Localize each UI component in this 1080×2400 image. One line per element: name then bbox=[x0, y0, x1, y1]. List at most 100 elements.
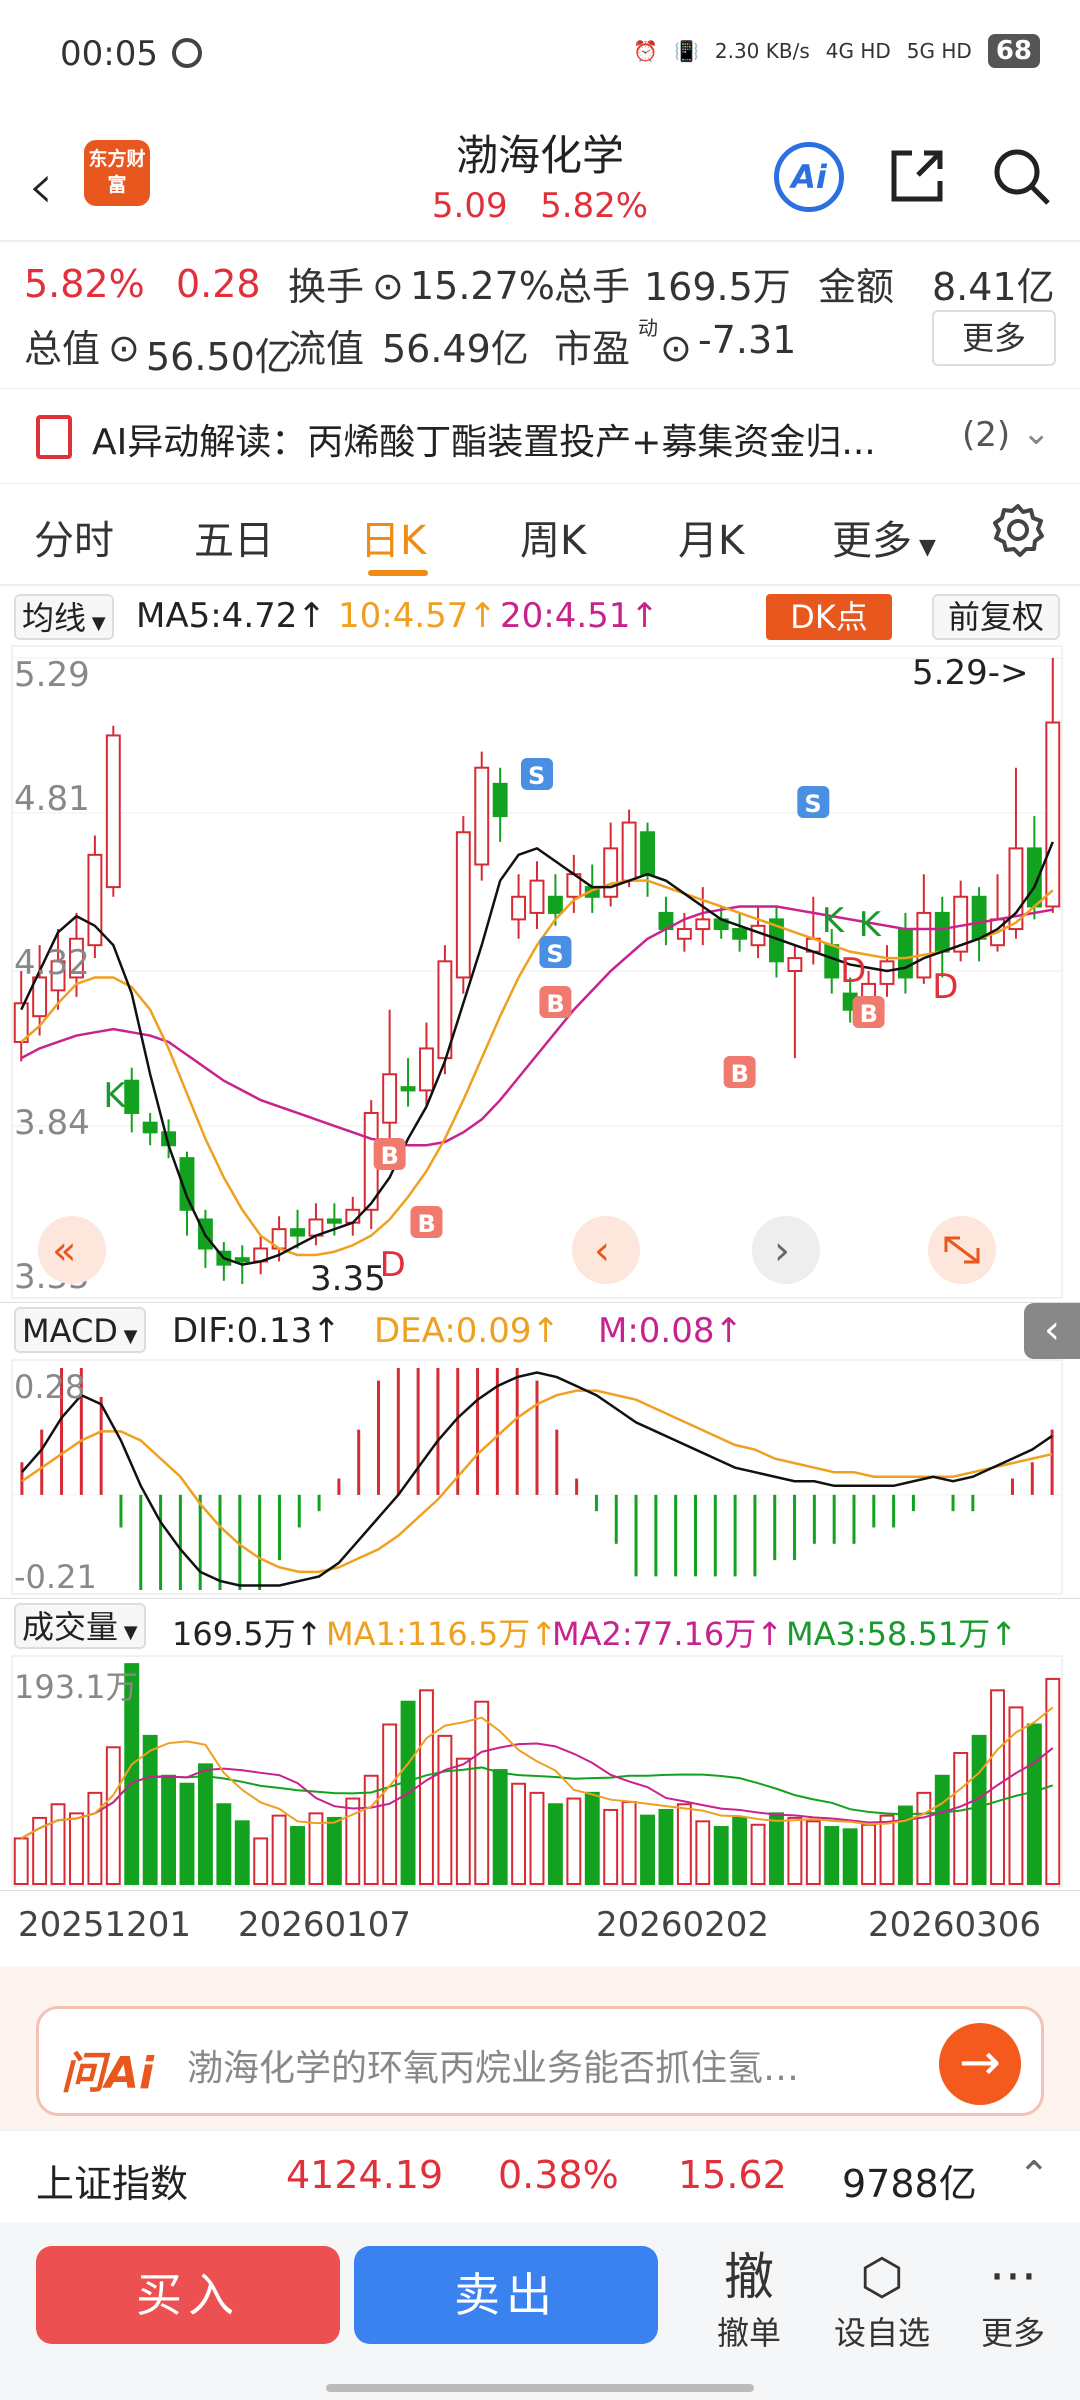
volume-bar-33 bbox=[621, 1800, 637, 1886]
tab-five-day[interactable]: 五日 bbox=[194, 508, 274, 566]
x-date-3: 20260306 bbox=[868, 1905, 1042, 1945]
volume-bar-39 bbox=[732, 1816, 748, 1885]
chevron-up-icon[interactable]: ⌃ bbox=[1018, 2153, 1050, 2197]
vibrate-icon: 📳 bbox=[673, 39, 699, 63]
macd-dif: DIF:0.13↑ bbox=[172, 1311, 341, 1351]
mktcap-info-icon: ⊙ bbox=[108, 326, 140, 370]
tab-daily-k[interactable]: 日K bbox=[360, 508, 426, 566]
signal-letter-9: K bbox=[859, 905, 883, 945]
indicator-selector[interactable]: 均线 ▼ bbox=[14, 594, 114, 640]
add-watchlist-button[interactable]: ⬡ 设自选 bbox=[826, 2246, 938, 2354]
mktcap-label: 总值 bbox=[24, 327, 101, 371]
pe-label: 市盈 bbox=[554, 327, 631, 371]
k-axis-labels: 5.29 4.81 4.32 3.84 3.35 5.29-> 3.35 bbox=[14, 653, 1028, 1299]
volume-bar-41 bbox=[769, 1812, 784, 1885]
period-tabs: 分时 五日 日K 周K 月K 更多 ▼ bbox=[0, 486, 1080, 586]
volume-bar-38 bbox=[713, 1826, 729, 1885]
signal-5g: 5G HD bbox=[906, 39, 972, 63]
volume-bar-46 bbox=[861, 1823, 877, 1886]
candle-body-28 bbox=[529, 879, 545, 914]
macd-bars bbox=[20, 1368, 1054, 1590]
index-ticker-bar[interactable]: 上证指数 4124.19 0.38% 15.62 9788亿 ⌃ bbox=[0, 2130, 1080, 2222]
status-bar: 00:05 ⏰ 📳 2.30 KB/s 4G HD 5G HD 68 bbox=[0, 0, 1080, 115]
macd-selector-label: MACD bbox=[22, 1312, 118, 1350]
adjust-mode-button[interactable]: 前复权 bbox=[932, 594, 1060, 640]
volume-bar-42 bbox=[787, 1816, 803, 1885]
candle-body-48 bbox=[897, 928, 913, 979]
alarm-icon-2: ⏰ bbox=[633, 39, 658, 63]
volume-value: 169.5万 bbox=[644, 265, 791, 309]
gear-icon[interactable] bbox=[990, 502, 1046, 558]
alarm-icon bbox=[172, 38, 202, 68]
quote-pct: 5.82% bbox=[24, 262, 145, 306]
arrow-right-icon[interactable]: → bbox=[939, 2023, 1021, 2105]
x-date-1: 20260107 bbox=[238, 1905, 412, 1945]
volume-bar-36 bbox=[676, 1803, 692, 1886]
ma20-value: 20:4.51↑ bbox=[500, 596, 659, 636]
volume-bar-31 bbox=[584, 1791, 600, 1885]
tab-weekly-k[interactable]: 周K bbox=[520, 508, 586, 566]
candle-body-12 bbox=[234, 1257, 250, 1263]
candle-body-26 bbox=[492, 782, 508, 818]
home-indicator bbox=[326, 2384, 754, 2392]
volume-bar-27 bbox=[511, 1782, 527, 1886]
caret-down-icon: ▼ bbox=[117, 1326, 138, 1347]
volume-bar-37 bbox=[695, 1820, 711, 1885]
signal-4g: 4G HD bbox=[825, 39, 891, 63]
header-change-pct: 5.82% bbox=[540, 186, 649, 226]
document-icon bbox=[36, 415, 72, 459]
tab-monthly-k[interactable]: 月K bbox=[678, 508, 744, 566]
more-actions-button[interactable]: ··· 更多 bbox=[968, 2246, 1058, 2354]
quote-more-button[interactable]: 更多 bbox=[932, 310, 1056, 366]
volume-ma1: MA1:116.5万↑ bbox=[326, 1615, 558, 1653]
buy-button[interactable]: 买入 bbox=[36, 2246, 340, 2344]
battery-icon: 68 bbox=[987, 34, 1040, 68]
candlestick-chart[interactable]: KSSSBBBBBKKDDD 5.29 4.81 4.32 3.84 3.35 … bbox=[0, 644, 1080, 1302]
chevron-right-icon: › bbox=[774, 1228, 790, 1274]
signal-letter-8: B bbox=[731, 1060, 749, 1088]
volume-bar-44 bbox=[824, 1826, 840, 1885]
macd-m: M:0.08↑ bbox=[598, 1311, 743, 1351]
sell-button[interactable]: 卖出 bbox=[354, 2246, 658, 2344]
ai-assistant-button[interactable]: Ai bbox=[774, 142, 844, 212]
cancel-order-button[interactable]: 撤 撤单 bbox=[704, 2246, 794, 2354]
k-signals: KSSSB BBBBKKDD D bbox=[103, 758, 958, 1285]
volume-current: 169.5万↑ bbox=[172, 1615, 323, 1653]
indicator-selector-label: 均线 bbox=[22, 599, 87, 637]
macd-dea: DEA:0.09↑ bbox=[374, 1311, 560, 1351]
ask-ai-bar[interactable]: 问Ai 渤海化学的环氧丙烷业务能否抓住氢… → bbox=[36, 2006, 1044, 2116]
volume-bar-2 bbox=[50, 1803, 66, 1886]
quote-chg: 0.28 bbox=[176, 262, 261, 306]
add-watchlist-label: 设自选 bbox=[833, 2314, 930, 2352]
candle-body-33 bbox=[621, 821, 637, 882]
ai-insight-banner[interactable]: AI异动解读：丙烯酸丁酯装置投产+募集资金归... (2) ⌄ bbox=[0, 388, 1080, 484]
index-value: 4124.19 bbox=[286, 2153, 444, 2197]
candle-body-25 bbox=[474, 766, 490, 866]
volume-selector[interactable]: 成交量 ▼ bbox=[14, 1603, 146, 1649]
macd-selector[interactable]: MACD ▼ bbox=[14, 1307, 146, 1353]
candle-body-39 bbox=[732, 928, 748, 940]
volume-bar-43 bbox=[805, 1820, 821, 1885]
share-icon[interactable] bbox=[888, 147, 946, 205]
search-icon[interactable] bbox=[990, 145, 1052, 207]
volume-ma3: MA3:58.51万↑ bbox=[786, 1615, 1018, 1653]
index-chg: 15.62 bbox=[678, 2153, 787, 2197]
caret-down-icon: ▼ bbox=[118, 1622, 138, 1643]
ellipsis-icon: ··· bbox=[989, 2248, 1037, 2306]
tab-more[interactable]: 更多 ▼ bbox=[832, 508, 936, 566]
volume-bar-35 bbox=[658, 1808, 674, 1885]
tab-intraday[interactable]: 分时 bbox=[34, 508, 114, 566]
collapse-panel-button[interactable]: ‹ bbox=[1024, 1303, 1080, 1359]
signal-letter-7: B bbox=[417, 1210, 435, 1238]
dk-point-button[interactable]: DK点 bbox=[766, 594, 892, 640]
volume-bar-12 bbox=[234, 1820, 250, 1885]
volume-bar-22 bbox=[419, 1689, 434, 1886]
signal-letter-3: S bbox=[804, 790, 821, 818]
volume-bar-10 bbox=[197, 1763, 213, 1885]
candle-body-52 bbox=[971, 895, 987, 940]
cancel-icon: 撤 bbox=[724, 2248, 774, 2306]
ask-ai-placeholder: 渤海化学的环氧丙烷业务能否抓住氢… bbox=[187, 2048, 800, 2089]
pe-info-icon: ⊙ bbox=[660, 326, 692, 370]
hexagon-icon: ⬡ bbox=[860, 2248, 904, 2306]
chevron-down-icon[interactable]: ⌄ bbox=[1022, 413, 1051, 453]
